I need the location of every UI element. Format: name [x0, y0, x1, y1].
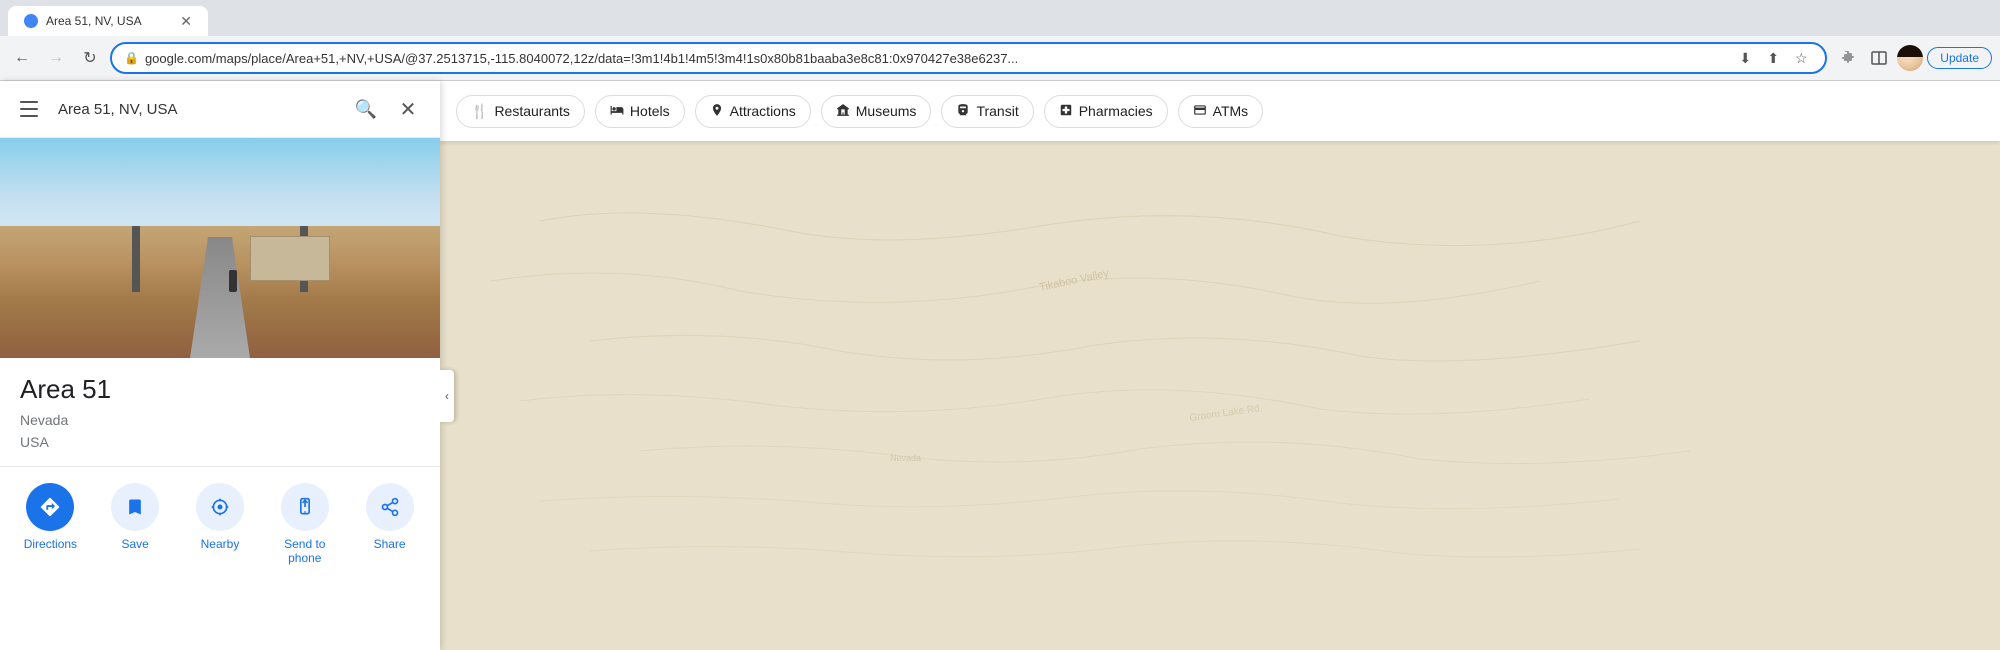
pharmacies-icon: [1059, 103, 1073, 120]
pharmacies-label: Pharmacies: [1079, 103, 1153, 119]
directions-action[interactable]: Directions: [15, 483, 85, 551]
hotels-label: Hotels: [630, 103, 670, 119]
photo-person: [229, 270, 237, 292]
url-input[interactable]: google.com/maps/place/Area+51,+NV,+USA/@…: [145, 51, 1727, 66]
hotels-icon: [610, 103, 624, 120]
directions-icon-circle: [26, 483, 74, 531]
menu-line-2: [20, 108, 38, 110]
svg-text:Groom Lake Rd: Groom Lake Rd: [1189, 403, 1260, 424]
share-action[interactable]: Share: [355, 483, 425, 551]
restaurants-icon: 🍴: [471, 103, 488, 120]
search-bar: Area 51, NV, USA: [58, 101, 340, 118]
address-bar-icons: ⬇ ⬆ ☆: [1733, 46, 1813, 70]
share-label: Share: [374, 537, 406, 551]
save-icon-circle: [111, 483, 159, 531]
main-content: Area 51, NV, USA 🔍 ✕ Area 51 Nevada USA: [0, 81, 2000, 650]
active-tab[interactable]: Area 51, NV, USA ✕: [8, 6, 208, 36]
place-info: Area 51 Nevada USA: [0, 358, 440, 467]
save-action[interactable]: Save: [100, 483, 170, 551]
close-button[interactable]: ✕: [392, 93, 424, 125]
place-subtitle-line1: Nevada USA: [20, 409, 420, 454]
send-to-phone-action[interactable]: Send to phone: [270, 483, 340, 565]
menu-button[interactable]: [16, 93, 48, 125]
share-icon-circle: [366, 483, 414, 531]
tab-close-btn[interactable]: ✕: [180, 13, 192, 30]
museums-icon: [836, 103, 850, 120]
update-button[interactable]: Update: [1927, 47, 1992, 69]
transit-icon: [956, 103, 970, 120]
atms-label: ATMs: [1213, 103, 1249, 119]
attractions-icon: [710, 103, 724, 120]
avatar-hair: [1897, 45, 1923, 57]
filter-chip-hotels[interactable]: Hotels: [595, 95, 685, 128]
photo-sky: [0, 138, 440, 237]
sidebar-header: Area 51, NV, USA 🔍 ✕: [0, 81, 440, 138]
photo-fence-left: [132, 226, 140, 292]
tab-favicon: [24, 14, 38, 28]
menu-line-3: [20, 115, 38, 117]
map-terrain: Tikaboo Valley Groom Lake Rd Nevada: [440, 141, 2000, 650]
museums-label: Museums: [856, 103, 917, 119]
browser-toolbar: ← → ↻ 🔒 google.com/maps/place/Area+51,+N…: [0, 36, 2000, 80]
send-to-phone-icon-circle: [281, 483, 329, 531]
extensions-icon[interactable]: [1833, 44, 1861, 72]
place-title: Area 51: [20, 374, 420, 405]
filter-chip-atms[interactable]: ATMs: [1178, 95, 1264, 128]
collapse-sidebar-handle[interactable]: ‹: [440, 370, 454, 422]
address-bar[interactable]: 🔒 google.com/maps/place/Area+51,+NV,+USA…: [110, 42, 1827, 74]
tab-title: Area 51, NV, USA: [46, 14, 142, 28]
toolbar-right: Update: [1833, 44, 1992, 72]
browser-chrome: Area 51, NV, USA ✕ ← → ↻ 🔒 google.com/ma…: [0, 0, 2000, 81]
place-photo[interactable]: [0, 138, 440, 358]
share-page-icon[interactable]: ⬆: [1761, 46, 1785, 70]
action-buttons: Directions Save: [0, 467, 440, 577]
menu-line-1: [20, 101, 38, 103]
transit-label: Transit: [976, 103, 1018, 119]
search-button[interactable]: 🔍: [350, 93, 382, 125]
sidebar: Area 51, NV, USA 🔍 ✕ Area 51 Nevada USA: [0, 81, 440, 650]
filter-chip-museums[interactable]: Museums: [821, 95, 932, 128]
bookmark-icon[interactable]: ☆: [1789, 46, 1813, 70]
directions-label: Directions: [24, 537, 77, 551]
atms-icon: [1193, 103, 1207, 120]
map-area[interactable]: 🍴 Restaurants Hotels Attractions Museu: [440, 81, 2000, 650]
download-page-icon[interactable]: ⬇: [1733, 46, 1757, 70]
lock-icon: 🔒: [124, 51, 139, 65]
browser-titlebar: Area 51, NV, USA ✕: [0, 0, 2000, 36]
map-content[interactable]: Tikaboo Valley Groom Lake Rd Nevada ‹: [440, 141, 2000, 650]
filter-chip-transit[interactable]: Transit: [941, 95, 1033, 128]
filter-chip-restaurants[interactable]: 🍴 Restaurants: [456, 95, 585, 128]
profile-avatar[interactable]: [1897, 45, 1923, 71]
search-text[interactable]: Area 51, NV, USA: [58, 101, 340, 118]
svg-text:Tikaboo Valley: Tikaboo Valley: [1038, 267, 1110, 294]
split-screen-icon[interactable]: [1865, 44, 1893, 72]
tab-bar: Area 51, NV, USA ✕: [8, 0, 208, 36]
back-button[interactable]: ←: [8, 44, 36, 72]
photo-building: [250, 236, 330, 281]
filter-chip-attractions[interactable]: Attractions: [695, 95, 811, 128]
nearby-action[interactable]: Nearby: [185, 483, 255, 551]
save-label: Save: [122, 537, 149, 551]
svg-text:Nevada: Nevada: [890, 453, 921, 463]
send-to-phone-label: Send to phone: [275, 537, 335, 565]
restaurants-label: Restaurants: [494, 103, 569, 119]
filter-chip-pharmacies[interactable]: Pharmacies: [1044, 95, 1168, 128]
nearby-icon-circle: [196, 483, 244, 531]
map-filter-bar: 🍴 Restaurants Hotels Attractions Museu: [440, 81, 2000, 141]
attractions-label: Attractions: [730, 103, 796, 119]
forward-button[interactable]: →: [42, 44, 70, 72]
reload-button[interactable]: ↻: [76, 44, 104, 72]
nearby-label: Nearby: [201, 537, 240, 551]
